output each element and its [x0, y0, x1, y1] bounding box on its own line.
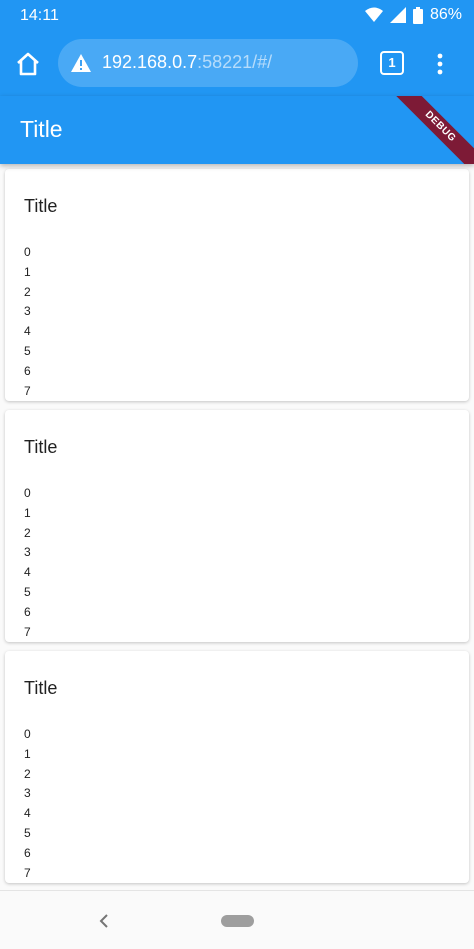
list-item: 6: [24, 845, 31, 860]
list-item: 3: [24, 304, 31, 319]
debug-banner: DEBUG: [391, 96, 474, 164]
wifi-icon: [364, 7, 383, 23]
list-item: 7: [24, 624, 31, 639]
card: Title012345678: [5, 651, 469, 883]
list-item: 1: [24, 746, 31, 761]
more-vert-icon[interactable]: [428, 50, 452, 78]
list-item: 2: [24, 766, 31, 781]
list-item: 5: [24, 826, 31, 840]
card-list[interactable]: Title012345678Title012345678Title0123456…: [0, 164, 474, 890]
list-item: 7: [24, 865, 31, 880]
list-item: 7: [24, 383, 31, 398]
status-time: 14:11: [20, 7, 59, 24]
list-item: 3: [24, 786, 31, 801]
page-title: Title: [20, 116, 63, 142]
list-item: 0: [24, 486, 31, 500]
card: Title012345678: [5, 410, 469, 642]
back-icon[interactable]: [96, 911, 112, 931]
list-item: 5: [24, 344, 31, 358]
navigation-bar: [0, 890, 474, 949]
list-item: 5: [24, 585, 31, 599]
app-bar: Title DEBUG: [0, 96, 474, 164]
home-icon[interactable]: [14, 50, 42, 78]
list-item: 0: [24, 727, 31, 741]
list-item: 1: [24, 505, 31, 520]
tabs-button[interactable]: 1: [380, 51, 404, 75]
battery-percent: 86%: [429, 6, 462, 23]
card-title: Title: [24, 196, 58, 216]
list-item: 2: [24, 284, 31, 299]
list-item: 4: [24, 565, 31, 580]
battery-icon: [412, 6, 423, 24]
home-pill-icon[interactable]: [221, 915, 254, 927]
url-path: :58221/#/: [197, 52, 273, 72]
warning-icon: [70, 53, 92, 73]
signal-icon: [389, 7, 406, 23]
list-item: 4: [24, 324, 31, 339]
browser-toolbar: 192.168.0.7:58221/#/ 1: [0, 32, 474, 96]
list-item: 2: [24, 525, 31, 540]
card-title: Title: [24, 678, 58, 698]
url-bar[interactable]: 192.168.0.7:58221/#/: [58, 39, 358, 87]
url-host: 192.168.0.7: [102, 52, 198, 72]
list-item: 6: [24, 363, 31, 378]
url-text: 192.168.0.7:58221/#/: [102, 52, 272, 73]
list-item: 0: [24, 245, 31, 259]
list-item: 4: [24, 806, 31, 821]
card-title: Title: [24, 437, 58, 457]
list-item: 6: [24, 604, 31, 619]
list-item: 1: [24, 264, 31, 279]
card: Title012345678: [5, 169, 469, 401]
status-bar: 14:11 86%: [0, 0, 474, 32]
list-item: 3: [24, 545, 31, 560]
status-icons: 86%: [364, 6, 462, 24]
